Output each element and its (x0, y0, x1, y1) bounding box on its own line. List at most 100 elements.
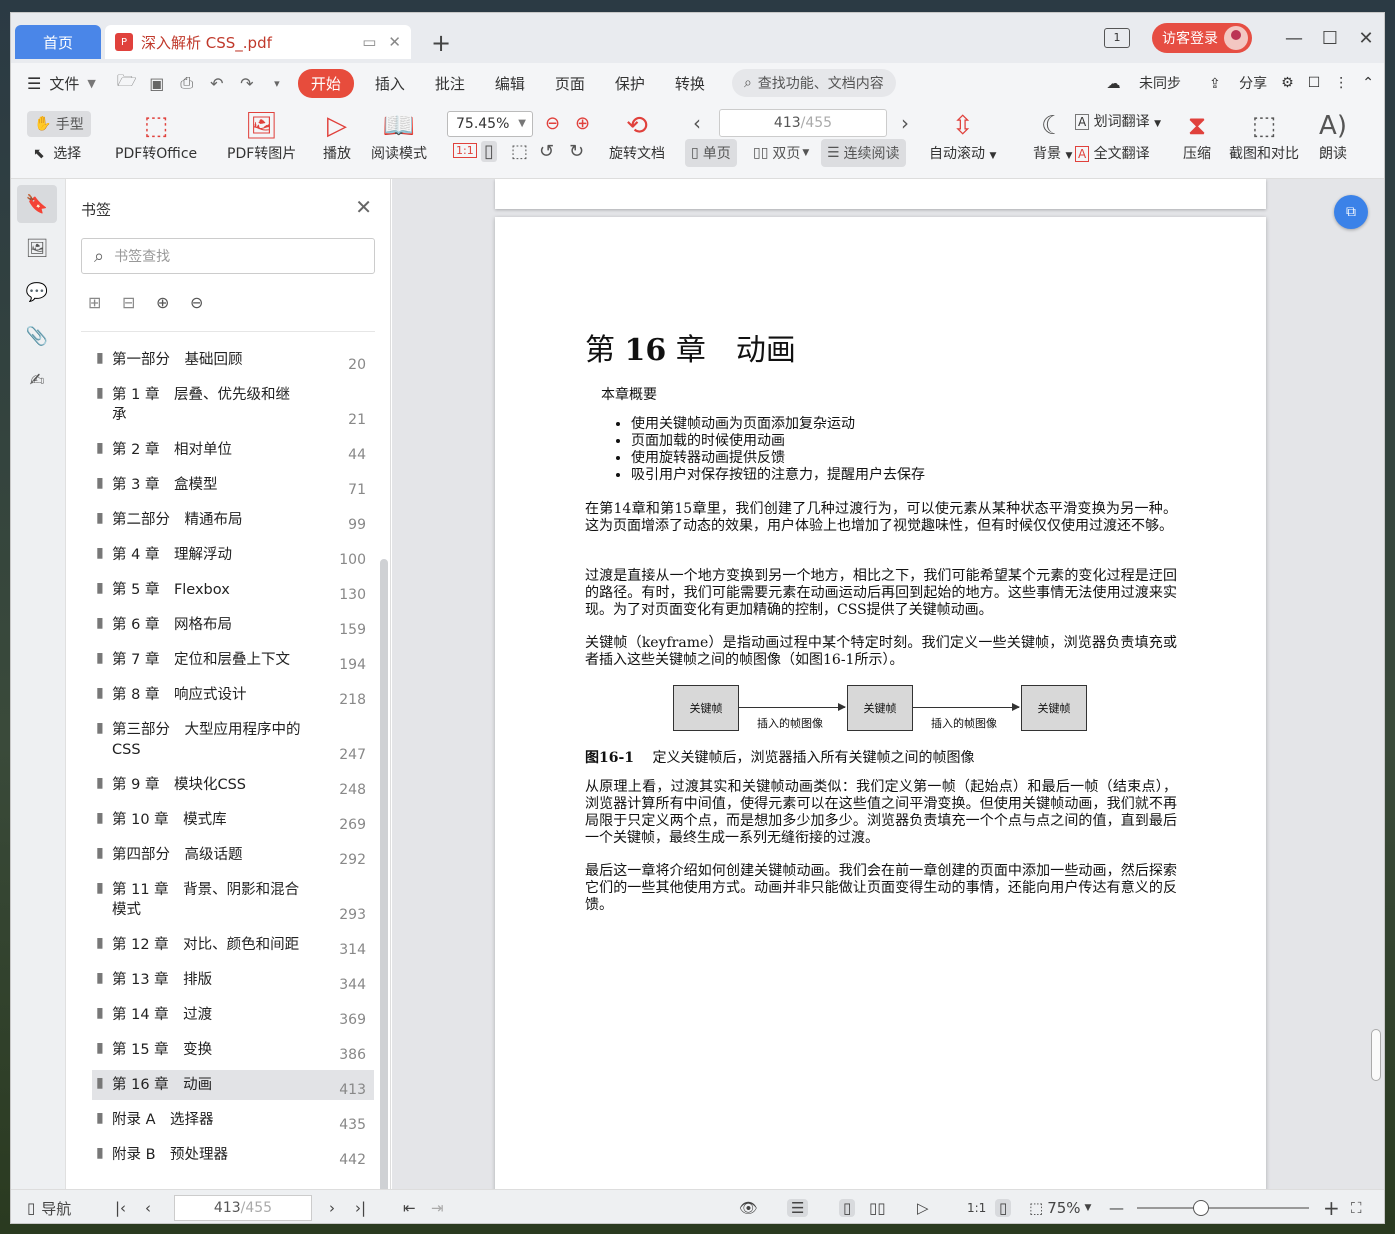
tab-document[interactable]: P 深入解析 CSS_.pdf ▭ ✕ (105, 25, 411, 59)
bookmark-item[interactable]: ▮ 第 15 章 变换 386 (92, 1035, 374, 1065)
bookmark-item[interactable]: ▮ 第 3 章 盒模型 71 (92, 470, 374, 500)
remove-bookmark-icon[interactable]: ⊖ (190, 293, 224, 312)
function-search-input[interactable]: ⌕ 查找功能、文档内容 (731, 69, 896, 97)
fit-page-icon[interactable]: ▯ (995, 1199, 1012, 1217)
menu-protect[interactable]: 保护 (600, 73, 660, 94)
sync-status[interactable]: ☁ 未同步 (1093, 73, 1181, 93)
nav-toggle-button[interactable]: ▯ 导航 (27, 1190, 71, 1223)
pdf-to-office-button[interactable]: ⬚ PDF转Office (115, 109, 197, 163)
zoom-in-icon[interactable]: + (1323, 1190, 1340, 1223)
bookmark-item[interactable]: ▮ 第三部分 大型应用程序中的CSS 247 (92, 715, 374, 765)
bookmark-item[interactable]: ▮ 第 6 章 网格布局 159 (92, 610, 374, 640)
zoom-slider-track[interactable] (1137, 1207, 1309, 1209)
menu-page[interactable]: 页面 (540, 73, 600, 94)
floating-tool-button[interactable]: ⧉ (1334, 195, 1368, 229)
bookmark-item[interactable]: ▮ 第 7 章 定位和层叠上下文 194 (92, 645, 374, 675)
status-page-input[interactable]: 413/455 (174, 1195, 312, 1221)
bookmark-item[interactable]: ▮ 第 5 章 Flexbox 130 (92, 575, 374, 605)
bookmark-item[interactable]: ▮ 第 4 章 理解浮动 100 (92, 540, 374, 570)
auto-scroll-button[interactable]: ⇳ 自动滚动 ▼ (929, 109, 996, 163)
window-count-icon[interactable]: 1 (1104, 28, 1130, 48)
actual-size-icon[interactable]: 1:1 (967, 1190, 986, 1223)
previous-page-icon[interactable]: ‹ (693, 111, 701, 135)
last-page-icon[interactable]: ›| (355, 1190, 366, 1223)
bookmark-item[interactable]: ▮ 第 9 章 模块化CSS 248 (92, 770, 374, 800)
prev-page-icon[interactable]: ‹ (145, 1190, 151, 1223)
forward-icon[interactable]: ⇥ (431, 1190, 444, 1223)
undo-icon[interactable]: ↶ (202, 74, 232, 93)
bookmark-item[interactable]: ▮ 第 13 章 排版 344 (92, 965, 374, 995)
fit-width-icon[interactable]: ⬚ (511, 141, 528, 162)
bookmark-item[interactable]: ▮ 第 11 章 背景、阴影和混合模式 293 (92, 875, 374, 925)
zoom-in-icon[interactable]: ⊕ (575, 113, 590, 134)
zoom-select[interactable]: 75.45% ▼ (447, 111, 533, 137)
zoom-slider-handle[interactable] (1193, 1200, 1209, 1216)
document-viewer[interactable]: 第 16 章 动画 本章概要 使用关键帧动画为页面添加复杂运动 页面加载的时候使… (392, 179, 1384, 1189)
screenshot-compare-button[interactable]: ⬚ 截图和对比 (1229, 109, 1299, 163)
page-number-input[interactable]: 413/455 (719, 109, 887, 137)
bookmark-item[interactable]: ▮ 第 2 章 相对单位 44 (92, 435, 374, 465)
print-icon[interactable]: ⎙ (172, 73, 202, 93)
back-icon[interactable]: ⇤ (403, 1190, 416, 1223)
signature-icon[interactable]: ✍ (17, 361, 57, 399)
menu-annotate[interactable]: 批注 (420, 73, 480, 94)
menu-convert[interactable]: 转换 (660, 73, 720, 94)
document-scrollbar[interactable] (1371, 1029, 1381, 1081)
open-folder-icon[interactable]: 🗁 (112, 70, 142, 97)
fullscreen-icon[interactable]: ⛶ (1351, 1190, 1362, 1223)
zoom-dropdown[interactable]: ⬚ 75% ▼ (1029, 1190, 1091, 1223)
bookmark-item[interactable]: ▮ 第 8 章 响应式设计 218 (92, 680, 374, 710)
eye-protection-icon[interactable]: 👁 (739, 1190, 758, 1223)
select-tool-button[interactable]: ⬉ 选择 (33, 143, 81, 163)
close-panel-icon[interactable]: ✕ (355, 195, 372, 219)
close-tab-icon[interactable]: ✕ (388, 33, 401, 51)
bookmark-item[interactable]: ▮ 第 10 章 模式库 269 (92, 805, 374, 835)
thumbnail-panel-icon[interactable]: 🖼 (17, 229, 57, 267)
single-view-icon[interactable]: ▯ (839, 1199, 856, 1217)
double-page-button[interactable]: ▯▯ 双页 ▼ (747, 139, 815, 167)
attachment-icon[interactable]: 📎 (17, 317, 57, 355)
save-icon[interactable]: ▣ (142, 74, 172, 93)
menu-start[interactable]: 开始 (297, 68, 354, 98)
bookmark-item[interactable]: ▮ 第四部分 高级话题 292 (92, 840, 374, 870)
rotate-document-button[interactable]: ⟲ 旋转文档 (609, 109, 665, 163)
read-aloud-button[interactable]: A) 朗读 (1319, 109, 1347, 163)
bookmark-item[interactable]: ▮ 第 12 章 对比、颜色和间距 314 (92, 930, 374, 960)
single-page-button[interactable]: ▯ 单页 (685, 139, 737, 167)
bookmark-search-input[interactable]: ⌕ 书签查找 (81, 238, 375, 274)
close-window-icon[interactable]: ✕ (1348, 28, 1384, 49)
fit-page-icon[interactable]: ▯ (481, 141, 497, 162)
file-menu[interactable]: ☰ 文件 ▼ (11, 73, 112, 94)
rotate-right-icon[interactable]: ↻ (569, 141, 584, 162)
bookmark-panel-icon[interactable]: 🔖 (17, 185, 57, 223)
full-translate-button[interactable]: A 全文翻译 (1075, 143, 1150, 163)
bookmark-item[interactable]: ▮ 第 14 章 过渡 369 (92, 1000, 374, 1030)
bookmark-item[interactable]: ▮ 第 1 章 层叠、优先级和继承 21 (92, 380, 374, 430)
first-page-icon[interactable]: |‹ (115, 1190, 126, 1223)
expand-all-icon[interactable]: ⊞ (88, 293, 122, 312)
next-page-icon[interactable]: › (329, 1190, 335, 1223)
collapse-all-icon[interactable]: ⊟ (122, 293, 156, 312)
bookmark-item[interactable]: ▮ 附录 A 选择器 435 (92, 1105, 374, 1135)
next-page-icon[interactable]: › (901, 111, 909, 135)
pdf-to-image-button[interactable]: 🖼 PDF转图片 (227, 109, 296, 163)
comment-panel-icon[interactable]: 💬 (17, 273, 57, 311)
bookmark-item[interactable]: ▮ 第一部分 基础回顾 20 (92, 345, 374, 375)
share-button[interactable]: ⇪ 分享 (1195, 73, 1267, 93)
settings-icon[interactable]: ⚙ (1281, 75, 1294, 91)
new-tab-button[interactable]: + (431, 29, 451, 57)
redo-icon[interactable]: ↷ (232, 74, 262, 93)
hand-tool-button[interactable]: ✋ 手型 (27, 111, 91, 137)
bookmark-item[interactable]: ▮ 附录 B 预处理器 442 (92, 1140, 374, 1170)
collapse-ribbon-icon[interactable]: ⌃ (1362, 75, 1374, 91)
continuous-view-icon[interactable]: ☰ (787, 1199, 809, 1217)
tab-home[interactable]: 首页 (15, 25, 101, 59)
bookmark-item[interactable]: ▮ 第 16 章 动画 413 (92, 1070, 374, 1100)
play-icon[interactable]: ▷ (917, 1190, 929, 1223)
background-button[interactable]: ☾ 背景 ▼ (1033, 109, 1072, 163)
monitor-icon[interactable]: ▭ (362, 33, 376, 51)
menu-edit[interactable]: 编辑 (480, 73, 540, 94)
bookmark-item[interactable]: ▮ 第二部分 精通布局 99 (92, 505, 374, 535)
continuous-reading-button[interactable]: ☰ 连续阅读 (821, 139, 906, 167)
customize-chevron-icon[interactable]: ▾ (262, 77, 292, 90)
